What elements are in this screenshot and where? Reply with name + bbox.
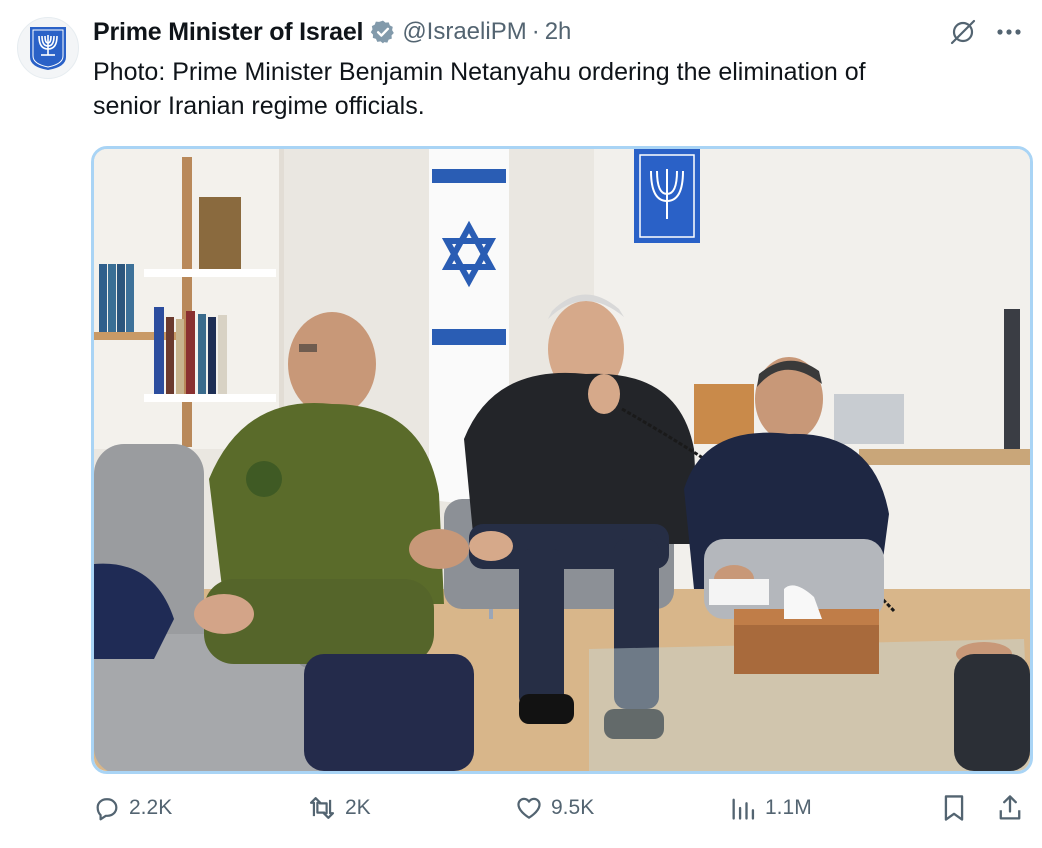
author-handle[interactable]: @IsraeliPM xyxy=(402,18,526,46)
tweet-photo[interactable] xyxy=(91,146,1033,774)
more-icon[interactable] xyxy=(996,28,1022,36)
grok-icon[interactable] xyxy=(948,17,978,47)
tweet-text: Photo: Prime Minister Benjamin Netanyahu… xyxy=(93,58,866,120)
bookmark-icon xyxy=(944,795,964,821)
menorah-emblem-icon xyxy=(30,27,66,70)
tweet-header: Prime Minister of Israel @IsraeliPM · 2h xyxy=(93,16,1022,48)
share-button[interactable] xyxy=(996,793,1024,823)
avatar[interactable] xyxy=(17,17,79,79)
repost-icon xyxy=(309,797,335,819)
verified-badge-icon[interactable] xyxy=(370,19,396,45)
views-button[interactable]: 1.1M xyxy=(729,794,937,822)
secondary-actions xyxy=(940,793,1024,823)
reply-button[interactable]: 2.2K xyxy=(93,794,307,822)
bookmark-button[interactable] xyxy=(940,793,968,823)
views-chart-icon xyxy=(732,798,755,820)
repost-button[interactable]: 2K xyxy=(307,794,515,822)
like-button[interactable]: 9.5K xyxy=(515,794,729,822)
separator-dot: · xyxy=(531,18,540,45)
like-count: 9.5K xyxy=(551,796,595,819)
repost-count: 2K xyxy=(345,796,371,819)
author-name[interactable]: Prime Minister of Israel xyxy=(93,18,364,47)
header-actions xyxy=(948,17,1022,47)
tweet-action-bar: 2.2K 2K 9.5K 1.1M xyxy=(93,784,1024,832)
reply-icon xyxy=(96,798,118,821)
timestamp[interactable]: 2h xyxy=(545,18,572,46)
heart-icon xyxy=(517,797,541,819)
reply-count: 2.2K xyxy=(129,796,173,819)
view-count: 1.1M xyxy=(765,796,812,819)
share-icon xyxy=(999,795,1021,820)
